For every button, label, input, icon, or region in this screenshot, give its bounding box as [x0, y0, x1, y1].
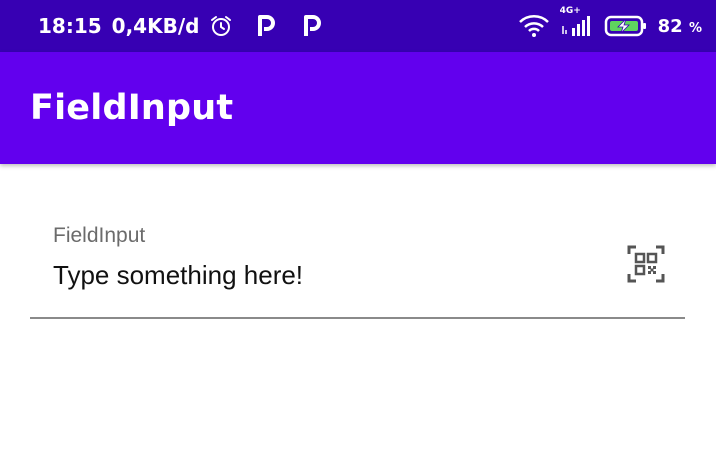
battery-percent: 82 %: [658, 16, 702, 37]
parking-app-icon: [257, 15, 276, 37]
field-input-underline: [30, 317, 685, 319]
status-bar-right: 4G+ 82 %: [518, 6, 702, 38]
wifi-icon: [518, 14, 550, 38]
status-bar-left: 18:15 0,4KB/d: [38, 14, 322, 38]
field-input-label: FieldInput: [53, 224, 146, 247]
cell-signal-icon: 4G+: [560, 6, 594, 38]
status-network-speed: 0,4KB/d: [111, 14, 200, 38]
signal-type-label: 4G+: [559, 6, 581, 16]
field-input-container[interactable]: FieldInput: [30, 200, 685, 320]
alarm-icon: [209, 14, 233, 38]
status-time: 18:15: [38, 14, 102, 38]
battery-percent-unit: %: [688, 20, 702, 36]
field-input-text[interactable]: [53, 258, 613, 292]
parking-app-icon: [303, 15, 322, 37]
status-bar: 18:15 0,4KB/d 4G+ 82 %: [0, 0, 716, 52]
qr-code-scan-icon: [626, 244, 666, 289]
app-title: FieldInput: [30, 88, 234, 128]
battery-percent-value: 82: [657, 15, 683, 37]
battery-charging-icon: [604, 14, 648, 38]
app-bar: FieldInput: [0, 52, 716, 164]
qr-scan-button[interactable]: [622, 242, 670, 290]
